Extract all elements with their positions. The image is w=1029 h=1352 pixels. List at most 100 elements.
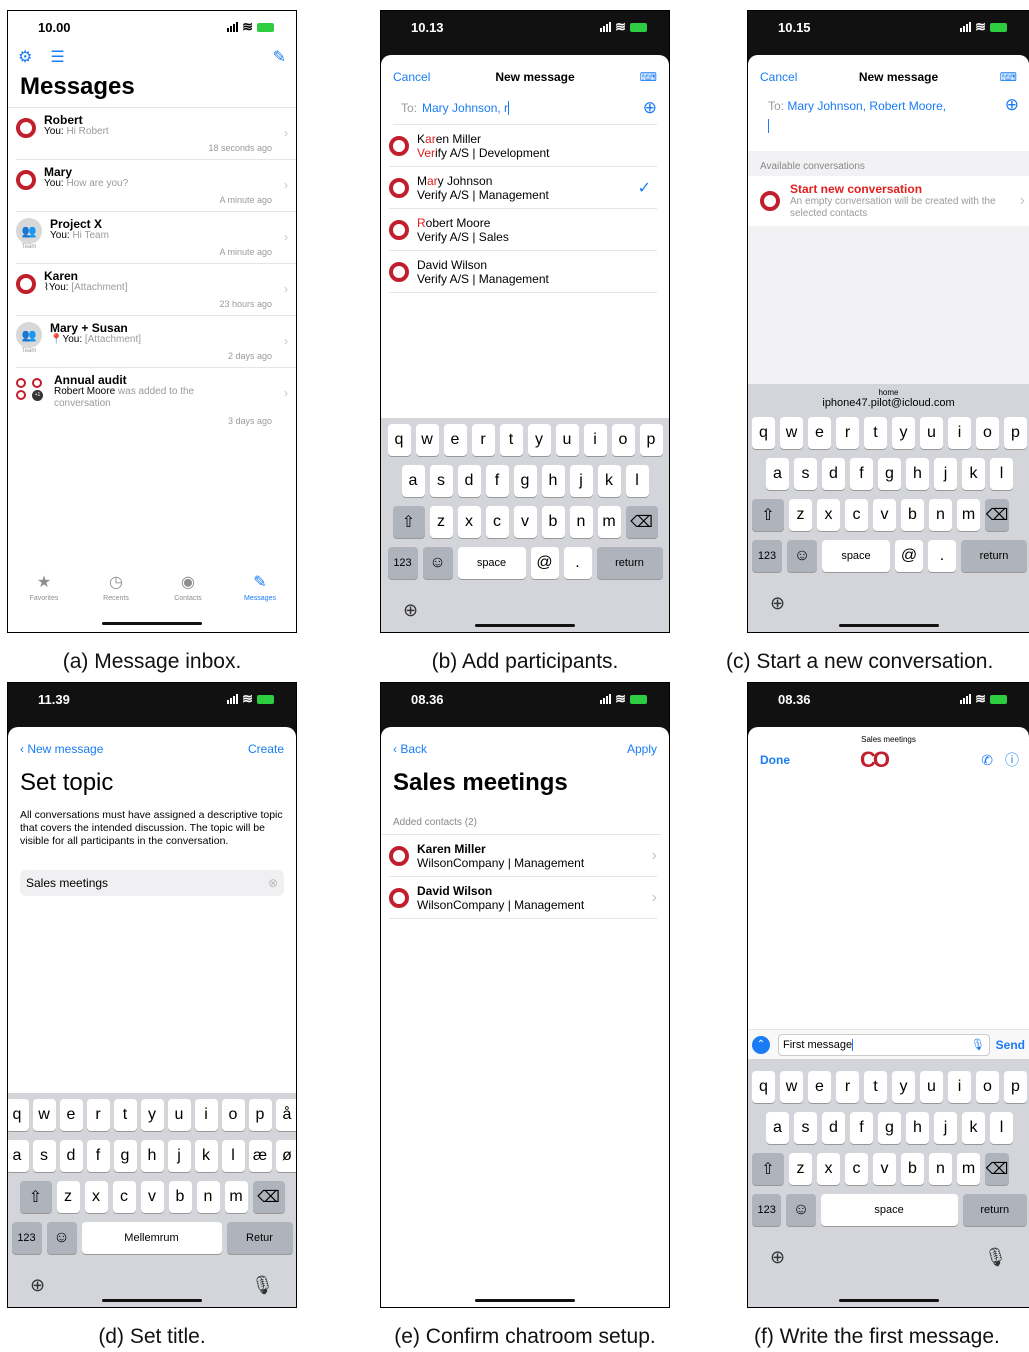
- microphone-icon[interactable]: 🎙: [984, 1247, 1007, 1268]
- keyboard-icon[interactable]: ⌨: [640, 70, 657, 84]
- key[interactable]: n: [196, 1181, 220, 1213]
- to-field[interactable]: To: Mary Johnson, Robert Moore, ⊕: [748, 91, 1029, 151]
- key[interactable]: j: [934, 458, 957, 490]
- key[interactable]: f: [850, 458, 873, 490]
- key[interactable]: a: [401, 465, 425, 497]
- key[interactable]: m: [957, 1153, 980, 1185]
- dot-key[interactable]: .: [563, 547, 592, 579]
- tab-favorites[interactable]: ★ Favorites: [19, 574, 69, 602]
- key[interactable]: r: [836, 1071, 859, 1103]
- key[interactable]: h: [140, 1140, 164, 1172]
- key[interactable]: v: [140, 1181, 164, 1213]
- key[interactable]: j: [167, 1140, 191, 1172]
- key[interactable]: z: [789, 1153, 812, 1185]
- key[interactable]: e: [808, 417, 831, 449]
- key[interactable]: å: [275, 1099, 296, 1131]
- key[interactable]: q: [8, 1099, 29, 1131]
- filter-list-icon[interactable]: ☰: [50, 47, 64, 67]
- key[interactable]: l: [625, 465, 649, 497]
- key[interactable]: x: [457, 506, 481, 538]
- key[interactable]: r: [86, 1099, 110, 1131]
- key[interactable]: b: [901, 499, 924, 531]
- emoji-icon[interactable]: ☺: [46, 1222, 77, 1254]
- backspace-icon[interactable]: ⌫: [985, 1153, 1009, 1185]
- return-key[interactable]: return: [962, 1194, 1028, 1226]
- key[interactable]: g: [878, 1112, 901, 1144]
- key[interactable]: d: [59, 1140, 83, 1172]
- key[interactable]: q: [387, 424, 411, 456]
- key[interactable]: y: [892, 1071, 915, 1103]
- key[interactable]: r: [471, 424, 495, 456]
- contact-row[interactable]: David Wilson WilsonCompany | Management ›: [389, 877, 657, 919]
- cancel-button[interactable]: Cancel: [760, 70, 797, 84]
- key[interactable]: y: [527, 424, 551, 456]
- key[interactable]: l: [221, 1140, 245, 1172]
- space-key[interactable]: space: [822, 540, 890, 572]
- key[interactable]: s: [32, 1140, 56, 1172]
- key[interactable]: a: [766, 1112, 789, 1144]
- numbers-key[interactable]: 123: [387, 547, 418, 579]
- key[interactable]: o: [221, 1099, 245, 1131]
- key[interactable]: e: [443, 424, 467, 456]
- key[interactable]: i: [194, 1099, 218, 1131]
- shift-key-icon[interactable]: ⇧: [752, 499, 784, 531]
- globe-icon[interactable]: ⊕: [403, 600, 418, 621]
- key[interactable]: u: [920, 1071, 943, 1103]
- key[interactable]: r: [836, 417, 859, 449]
- keyboard-icon[interactable]: ⌨: [1000, 70, 1017, 84]
- tab-messages[interactable]: ✎ Messages: [235, 574, 285, 602]
- key[interactable]: k: [597, 465, 621, 497]
- microphone-icon[interactable]: 🎙: [251, 1275, 274, 1296]
- numbers-key[interactable]: 123: [752, 540, 782, 572]
- key[interactable]: q: [752, 417, 775, 449]
- globe-icon[interactable]: ⊕: [770, 1247, 785, 1268]
- return-key[interactable]: Retur: [226, 1222, 293, 1254]
- key[interactable]: o: [976, 417, 999, 449]
- key[interactable]: a: [766, 458, 789, 490]
- numbers-key[interactable]: 123: [11, 1222, 42, 1254]
- contact-row[interactable]: Mary Johnson Verify A/S | Management ✓: [389, 167, 657, 209]
- info-icon[interactable]: ⓘ: [1005, 750, 1019, 770]
- key[interactable]: y: [892, 417, 915, 449]
- backspace-icon[interactable]: ⌫: [985, 499, 1009, 531]
- key[interactable]: y: [140, 1099, 164, 1131]
- create-button[interactable]: Create: [248, 742, 284, 756]
- contact-row[interactable]: Robert Moore Verify A/S | Sales: [389, 209, 657, 251]
- conversation-row-mary-susan[interactable]: 👥 Team Mary + Susan 📍You: [Attachment] › 2 da…: [16, 316, 296, 368]
- key[interactable]: t: [499, 424, 523, 456]
- key[interactable]: n: [569, 506, 593, 538]
- recipients-input[interactable]: Mary Johnson, r: [422, 101, 508, 115]
- numbers-key[interactable]: 123: [752, 1194, 782, 1226]
- key[interactable]: v: [873, 1153, 896, 1185]
- key[interactable]: s: [429, 465, 453, 497]
- key[interactable]: x: [84, 1181, 108, 1213]
- emoji-icon[interactable]: ☺: [787, 540, 817, 572]
- at-key[interactable]: @: [530, 547, 559, 579]
- key[interactable]: a: [8, 1140, 29, 1172]
- key[interactable]: o: [976, 1071, 999, 1103]
- recipients-input[interactable]: Mary Johnson, Robert Moore,: [787, 99, 946, 113]
- key[interactable]: b: [541, 506, 565, 538]
- key[interactable]: m: [957, 499, 980, 531]
- tab-contacts[interactable]: ◉ Contacts: [163, 574, 213, 602]
- key[interactable]: i: [948, 1071, 971, 1103]
- key[interactable]: m: [597, 506, 621, 538]
- tab-recents[interactable]: ◷ Recents: [91, 574, 141, 602]
- key[interactable]: w: [780, 1071, 803, 1103]
- key[interactable]: t: [113, 1099, 137, 1131]
- key[interactable]: z: [429, 506, 453, 538]
- key[interactable]: b: [901, 1153, 924, 1185]
- key[interactable]: w: [415, 424, 439, 456]
- key[interactable]: g: [113, 1140, 137, 1172]
- emoji-icon[interactable]: ☺: [786, 1194, 816, 1226]
- expand-icon[interactable]: ⌃: [752, 1035, 770, 1054]
- key[interactable]: k: [962, 1112, 985, 1144]
- key[interactable]: u: [920, 417, 943, 449]
- apply-button[interactable]: Apply: [627, 742, 657, 756]
- key[interactable]: n: [929, 499, 952, 531]
- key[interactable]: z: [56, 1181, 80, 1213]
- done-button[interactable]: Done: [760, 753, 790, 767]
- key[interactable]: æ: [248, 1140, 272, 1172]
- key[interactable]: ø: [275, 1140, 296, 1172]
- key[interactable]: q: [752, 1071, 775, 1103]
